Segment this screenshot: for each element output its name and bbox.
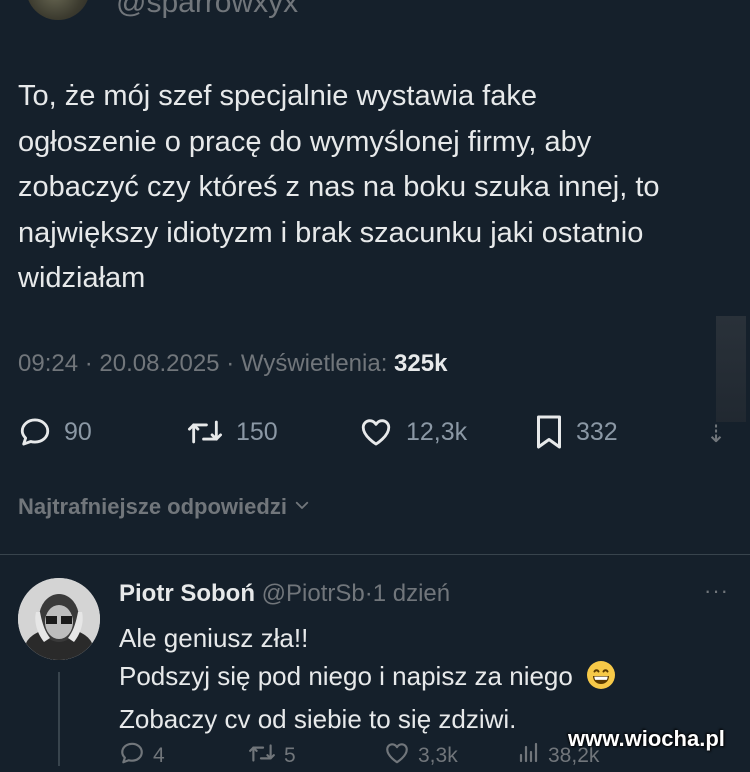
- reply-author-handle[interactable]: @PiotrSb: [262, 580, 365, 607]
- tweet-meta: 09:24 · 20.08.2025 · Wyświetlenia: 325k: [18, 350, 447, 378]
- like-count: 12,3k: [406, 417, 468, 446]
- tweet-text: To, że mój szef specjalnie wystawia fake…: [18, 80, 660, 294]
- share-icon[interactable]: ⇣: [706, 420, 726, 449]
- reply-button[interactable]: 90: [18, 410, 92, 454]
- reply-repost-count: 5: [284, 744, 296, 767]
- bookmark-button[interactable]: 332: [534, 410, 618, 454]
- reply-avatar[interactable]: [18, 578, 100, 660]
- author-handle[interactable]: @sparrowxyx: [116, 0, 298, 20]
- reply-separator: ·: [364, 580, 373, 607]
- chevron-down-icon: [293, 494, 311, 520]
- grinning-face-icon: [586, 660, 616, 700]
- reply-like-button[interactable]: 3,3k: [384, 740, 458, 772]
- reply-repost-button[interactable]: 5: [248, 740, 296, 772]
- reply-like-count: 3,3k: [418, 744, 458, 767]
- bookmark-icon: [534, 414, 564, 450]
- reply-time[interactable]: 1 dzień: [373, 580, 450, 607]
- replies-sort-label: Najtrafniejsze odpowiedzi: [18, 494, 287, 519]
- reply-icon: [18, 415, 52, 449]
- reply-author-name[interactable]: Piotr Soboń: [119, 580, 255, 607]
- watermark: www.wiocha.pl: [568, 726, 725, 751]
- reply-line: Podszyj się pod niego i napisz za niego: [119, 661, 573, 691]
- repost-count: 150: [236, 417, 278, 446]
- tweet-date[interactable]: 20.08.2025: [99, 350, 219, 377]
- more-options-button[interactable]: ···: [704, 578, 729, 604]
- bookmark-count: 332: [576, 417, 618, 446]
- repost-button[interactable]: 150: [186, 410, 278, 454]
- reply-icon: [119, 740, 145, 772]
- heart-icon: [358, 415, 394, 449]
- reply-reply-button[interactable]: 4: [119, 740, 165, 772]
- author-avatar[interactable]: [26, 0, 90, 20]
- heart-icon: [384, 740, 410, 772]
- views-label: Wyświetlenia:: [240, 350, 388, 377]
- section-divider: [0, 554, 750, 555]
- tweet-time[interactable]: 09:24: [18, 350, 78, 377]
- meta-separator: ·: [84, 350, 93, 377]
- reply-reply-count: 4: [153, 744, 165, 767]
- reply-header: Piotr Soboń @PiotrSb·1 dzień: [119, 580, 450, 608]
- reply-line-with-emoji: Podszyj się pod niego i napisz za niego: [119, 657, 719, 700]
- repost-icon: [186, 415, 224, 449]
- reply-text: Ale geniusz zła!! Podszyj się pod niego …: [119, 619, 719, 738]
- replies-sort-dropdown[interactable]: Najtrafniejsze odpowiedzi: [18, 494, 311, 520]
- views-count: 325k: [394, 350, 448, 377]
- scroll-artifact: [716, 316, 746, 422]
- like-button[interactable]: 12,3k: [358, 410, 467, 454]
- reply-count: 90: [64, 417, 92, 446]
- reply-line: Ale geniusz zła!!: [119, 623, 309, 653]
- meta-separator: ·: [226, 350, 235, 377]
- repost-icon: [248, 740, 276, 772]
- tweet-author-header: @sparrowxyx: [0, 0, 750, 40]
- analytics-icon: [516, 740, 540, 772]
- tweet-action-bar: 90 150 12,3k 332: [0, 410, 750, 454]
